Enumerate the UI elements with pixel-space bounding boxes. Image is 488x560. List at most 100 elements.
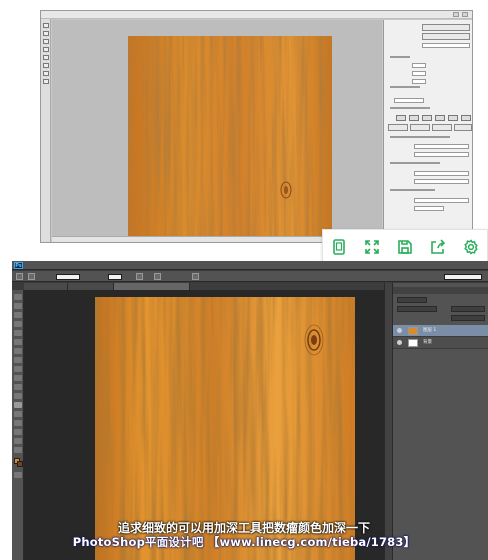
save-icon[interactable]	[394, 236, 416, 258]
pen-tool-icon[interactable]	[14, 411, 22, 417]
menu-item[interactable]	[148, 261, 162, 270]
menu-item[interactable]	[28, 261, 42, 270]
menu-item[interactable]	[48, 261, 62, 270]
option-button[interactable]	[409, 115, 419, 121]
background-color-swatch[interactable]	[17, 461, 23, 467]
marquee-tool-icon[interactable]	[14, 303, 22, 309]
panel-button[interactable]	[410, 124, 430, 131]
option-button[interactable]	[422, 115, 432, 121]
layer-thumbnail	[408, 327, 418, 335]
tool-icon[interactable]	[43, 79, 49, 84]
channels-tab[interactable]	[413, 287, 425, 294]
menu-item[interactable]	[88, 261, 102, 270]
eraser-tool-icon[interactable]	[14, 384, 22, 390]
healing-tool-icon[interactable]	[14, 348, 22, 354]
quick-select-tool-icon[interactable]	[14, 321, 22, 327]
tool-icon[interactable]	[43, 39, 49, 44]
cancel-button[interactable]	[422, 33, 470, 40]
stamp-tool-icon[interactable]	[14, 366, 22, 372]
path-select-tool-icon[interactable]	[14, 429, 22, 435]
menu-item[interactable]	[128, 261, 142, 270]
preset-dropdown[interactable]	[422, 43, 470, 48]
param-field[interactable]	[414, 198, 469, 203]
history-brush-tool-icon[interactable]	[14, 375, 22, 381]
layers-tab[interactable]	[397, 287, 409, 294]
move-tool-icon[interactable]	[14, 294, 22, 300]
param-field[interactable]	[414, 179, 469, 184]
fill-field[interactable]	[451, 315, 485, 321]
layer-filter-dropdown[interactable]	[397, 297, 427, 303]
param-field[interactable]	[412, 79, 426, 84]
airbrush-icon[interactable]	[136, 273, 143, 280]
paths-tab[interactable]	[429, 287, 441, 294]
type-tool-icon[interactable]	[14, 420, 22, 426]
panel-button[interactable]	[388, 124, 408, 131]
layer-thumbnail	[408, 339, 418, 347]
filter-settings-panel	[383, 20, 472, 242]
tool-icon[interactable]	[43, 71, 49, 76]
fullscreen-icon[interactable]	[361, 236, 383, 258]
quick-mask-icon[interactable]	[14, 472, 22, 478]
layer-row[interactable]: 背景	[393, 337, 488, 349]
option-button[interactable]	[435, 115, 445, 121]
visibility-eye-icon[interactable]	[397, 328, 402, 333]
param-field[interactable]	[414, 171, 469, 176]
menu-bar: Ps	[12, 261, 488, 270]
panel-button[interactable]	[432, 124, 452, 131]
blend-mode-dropdown[interactable]	[397, 306, 437, 312]
menu-item[interactable]	[188, 261, 202, 270]
param-field[interactable]	[394, 98, 424, 103]
brush-tool-icon[interactable]	[14, 357, 22, 363]
document-tab[interactable]	[68, 283, 114, 290]
option-button[interactable]	[396, 115, 406, 121]
shape-tool-icon[interactable]	[14, 438, 22, 444]
ok-button[interactable]	[422, 24, 470, 31]
view-original-icon[interactable]	[328, 236, 350, 258]
exposure-field[interactable]	[108, 274, 122, 280]
burn-tool-icon[interactable]	[14, 402, 22, 408]
menu-item[interactable]	[208, 261, 222, 270]
option-button[interactable]	[448, 115, 458, 121]
minimize-button[interactable]	[453, 12, 459, 17]
param-field[interactable]	[414, 152, 469, 157]
menu-item[interactable]	[68, 261, 82, 270]
workspace-dropdown[interactable]	[444, 274, 482, 280]
param-field[interactable]	[412, 71, 426, 76]
crop-tool-icon[interactable]	[14, 330, 22, 336]
document-tab[interactable]	[24, 283, 68, 290]
tutorial-image: Ps 图层 1 背景 追求细致的可以用加深工具把数瘤颜色加深一下 PhotoSh…	[0, 0, 488, 560]
document-tab-active[interactable]	[114, 283, 190, 290]
settings-icon[interactable]	[460, 236, 482, 258]
param-field[interactable]	[412, 63, 426, 68]
param-field[interactable]	[414, 206, 444, 211]
brush-preset-icon[interactable]	[28, 273, 35, 280]
label-line	[390, 86, 420, 88]
hand-tool-icon[interactable]	[14, 447, 22, 453]
visibility-eye-icon[interactable]	[397, 340, 402, 345]
brush-tool-icon[interactable]	[16, 273, 23, 280]
ps-logo: Ps	[14, 262, 23, 269]
close-button[interactable]	[462, 12, 468, 17]
menu-item[interactable]	[108, 261, 122, 270]
tool-icon[interactable]	[43, 55, 49, 60]
tool-icon[interactable]	[43, 47, 49, 52]
share-icon[interactable]	[427, 236, 449, 258]
range-dropdown[interactable]	[56, 274, 80, 280]
panel-button[interactable]	[454, 124, 472, 131]
pressure-icon[interactable]	[192, 273, 199, 280]
layer-row[interactable]: 图层 1	[393, 325, 488, 337]
opacity-field[interactable]	[451, 306, 485, 312]
option-button[interactable]	[461, 115, 471, 121]
label-line	[390, 189, 435, 191]
param-field[interactable]	[414, 144, 469, 149]
tool-icon[interactable]	[43, 63, 49, 68]
eyedropper-tool-icon[interactable]	[14, 339, 22, 345]
protect-tones-checkbox[interactable]	[154, 273, 161, 280]
dialog-preview-area	[52, 20, 382, 238]
tool-icon[interactable]	[43, 23, 49, 28]
gradient-tool-icon[interactable]	[14, 393, 22, 399]
watermark-caption: PhotoShop平面设计吧 【www.linecg.com/tieba/178…	[72, 535, 416, 549]
menu-item[interactable]	[168, 261, 182, 270]
lasso-tool-icon[interactable]	[14, 312, 22, 318]
tool-icon[interactable]	[43, 31, 49, 36]
